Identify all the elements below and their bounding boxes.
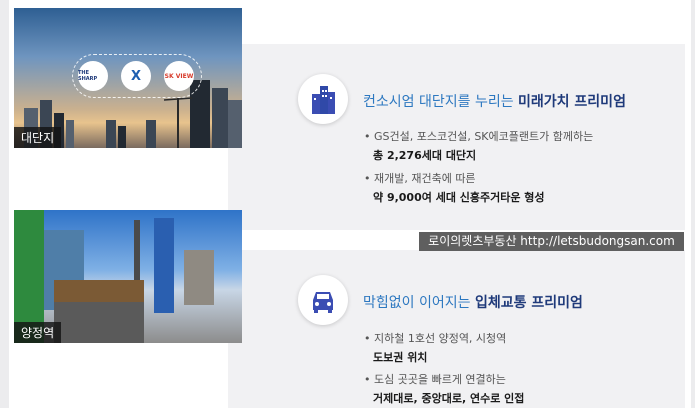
section1-title-plain: 컨소시엄 대단지를 누리는 (363, 94, 519, 110)
building-shape (184, 250, 214, 305)
section2-bullet-1-bold: 도보권 위치 (373, 351, 428, 364)
logo-thesharp-icon: THE SHARP (78, 61, 108, 91)
station-entrance (54, 302, 144, 343)
car-icon (313, 292, 333, 313)
section1-title-bold: 미래가치 프리미엄 (518, 94, 626, 110)
station-sign-pillar (154, 218, 174, 313)
section2-bullet-2: • 도심 곳곳을 빠르게 연결하는 (364, 373, 506, 386)
section2-title-bold: 입체교통 프리미엄 (474, 295, 583, 311)
section2-title: 막힘없이 이어지는 입체교통 프리미엄 (363, 292, 583, 312)
city-skyline-photo: THE SHARP X SK VIEW 대단지 (14, 8, 242, 148)
section2-icon-circle (298, 275, 348, 325)
building-shape (146, 120, 156, 148)
section1-bullet-2: • 재개발, 재건축에 따른 (364, 172, 476, 185)
buildings-icon (312, 86, 335, 114)
watermark-banner: 로이의렛츠부동산 http://letsbudongsan.com (419, 232, 684, 251)
building-shape (212, 88, 228, 148)
section1-bullet-1-bold: 총 2,276세대 대단지 (373, 149, 477, 162)
station-photo: 양정역 (14, 210, 242, 343)
section1-bullet-2-bold: 약 9,000여 세대 신흥주거타운 형성 (373, 191, 545, 204)
section1-bullet-1: • GS건설, 포스코건설, SK에코플랜트가 함께하는 (364, 130, 594, 143)
photo-label-station: 양정역 (14, 322, 62, 343)
section2-title-plain: 막힘없이 이어지는 (363, 295, 475, 311)
building-shape (228, 100, 242, 148)
station-entrance-roof (54, 280, 144, 302)
section1-title: 컨소시엄 대단지를 누리는 미래가치 프리미엄 (363, 91, 626, 111)
photo-label-city: 대단지 (14, 127, 62, 148)
building-shape (106, 120, 116, 148)
section2-bullet-1: • 지하철 1호선 양정역, 시청역 (364, 332, 507, 345)
logo-frame: THE SHARP X SK VIEW (72, 54, 202, 98)
section1-icon-circle (298, 74, 348, 124)
section2-bullet-2-bold: 거제대로, 중앙대로, 연수로 인접 (373, 392, 525, 405)
building-shape (66, 120, 74, 148)
logo-skview-icon: SK VIEW (164, 61, 194, 91)
logo-xi-icon: X (121, 61, 151, 91)
building-shape (118, 126, 126, 148)
crane-icon (163, 97, 192, 148)
